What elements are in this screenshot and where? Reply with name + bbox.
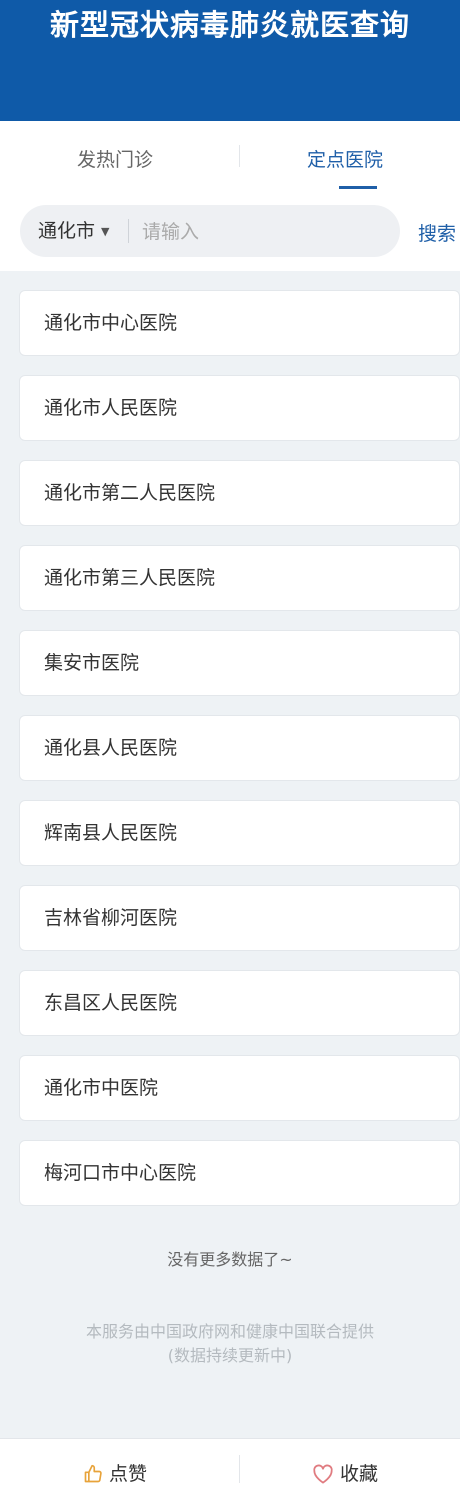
provider-note-line1: 本服务由中国政府网和健康中国联合提供 — [85, 1322, 374, 1341]
hospital-item[interactable]: 通化市中医院 — [19, 1055, 460, 1121]
like-label: 点赞 — [108, 1463, 147, 1485]
heart-icon — [313, 1464, 333, 1484]
thumbs-up-icon — [84, 1464, 102, 1483]
favorite-button[interactable]: 收藏 — [230, 1439, 460, 1510]
tab-fever-clinic[interactable]: 发热门诊 — [0, 145, 230, 172]
hospital-item[interactable]: 通化市第二人民医院 — [19, 460, 460, 526]
city-select-label: 通化市 — [38, 220, 96, 242]
hospital-item[interactable]: 集安市医院 — [19, 630, 460, 696]
hospital-item[interactable]: 通化县人民医院 — [19, 715, 460, 781]
hospital-item[interactable]: 梅河口市中心医院 — [19, 1140, 460, 1206]
hospital-item[interactable]: 辉南县人民医院 — [19, 800, 460, 866]
tab-designated-hospital[interactable]: 定点医院 — [230, 145, 460, 172]
no-more-data-text: 没有更多数据了~ — [167, 1250, 293, 1269]
hospital-list: 通化市中心医院 通化市人民医院 通化市第二人民医院 通化市第三人民医院 集安市医… — [19, 290, 460, 1225]
search-box: 通化市 ▼ — [20, 205, 400, 259]
caret-down-icon: ▼ — [101, 225, 110, 238]
page-title: 新型冠状病毒肺炎就医查询 — [49, 8, 410, 42]
search-button[interactable]: 搜索 — [418, 219, 456, 246]
page-header: 新型冠状病毒肺炎就医查询 — [0, 0, 460, 121]
favorite-label: 收藏 — [339, 1463, 378, 1485]
search-divider — [128, 219, 129, 243]
footer-bar: 点赞 收藏 — [0, 1438, 460, 1510]
hospital-item[interactable]: 东昌区人民医院 — [19, 970, 460, 1036]
hospital-item[interactable]: 吉林省柳河医院 — [19, 885, 460, 951]
hospital-item[interactable]: 通化市中心医院 — [19, 290, 460, 356]
hospital-item[interactable]: 通化市人民医院 — [19, 375, 460, 441]
active-tab-indicator — [339, 186, 377, 189]
city-select[interactable]: 通化市 ▼ — [38, 205, 109, 257]
search-input[interactable] — [140, 205, 394, 259]
provider-note-line2: (数据持续更新中) — [167, 1346, 293, 1365]
search-panel: 发热门诊 定点医院 通化市 ▼ 搜索 — [0, 121, 460, 271]
like-button[interactable]: 点赞 — [0, 1439, 230, 1510]
provider-note: 本服务由中国政府网和健康中国联合提供 (数据持续更新中) — [0, 1320, 460, 1368]
hospital-item[interactable]: 通化市第三人民医院 — [19, 545, 460, 611]
